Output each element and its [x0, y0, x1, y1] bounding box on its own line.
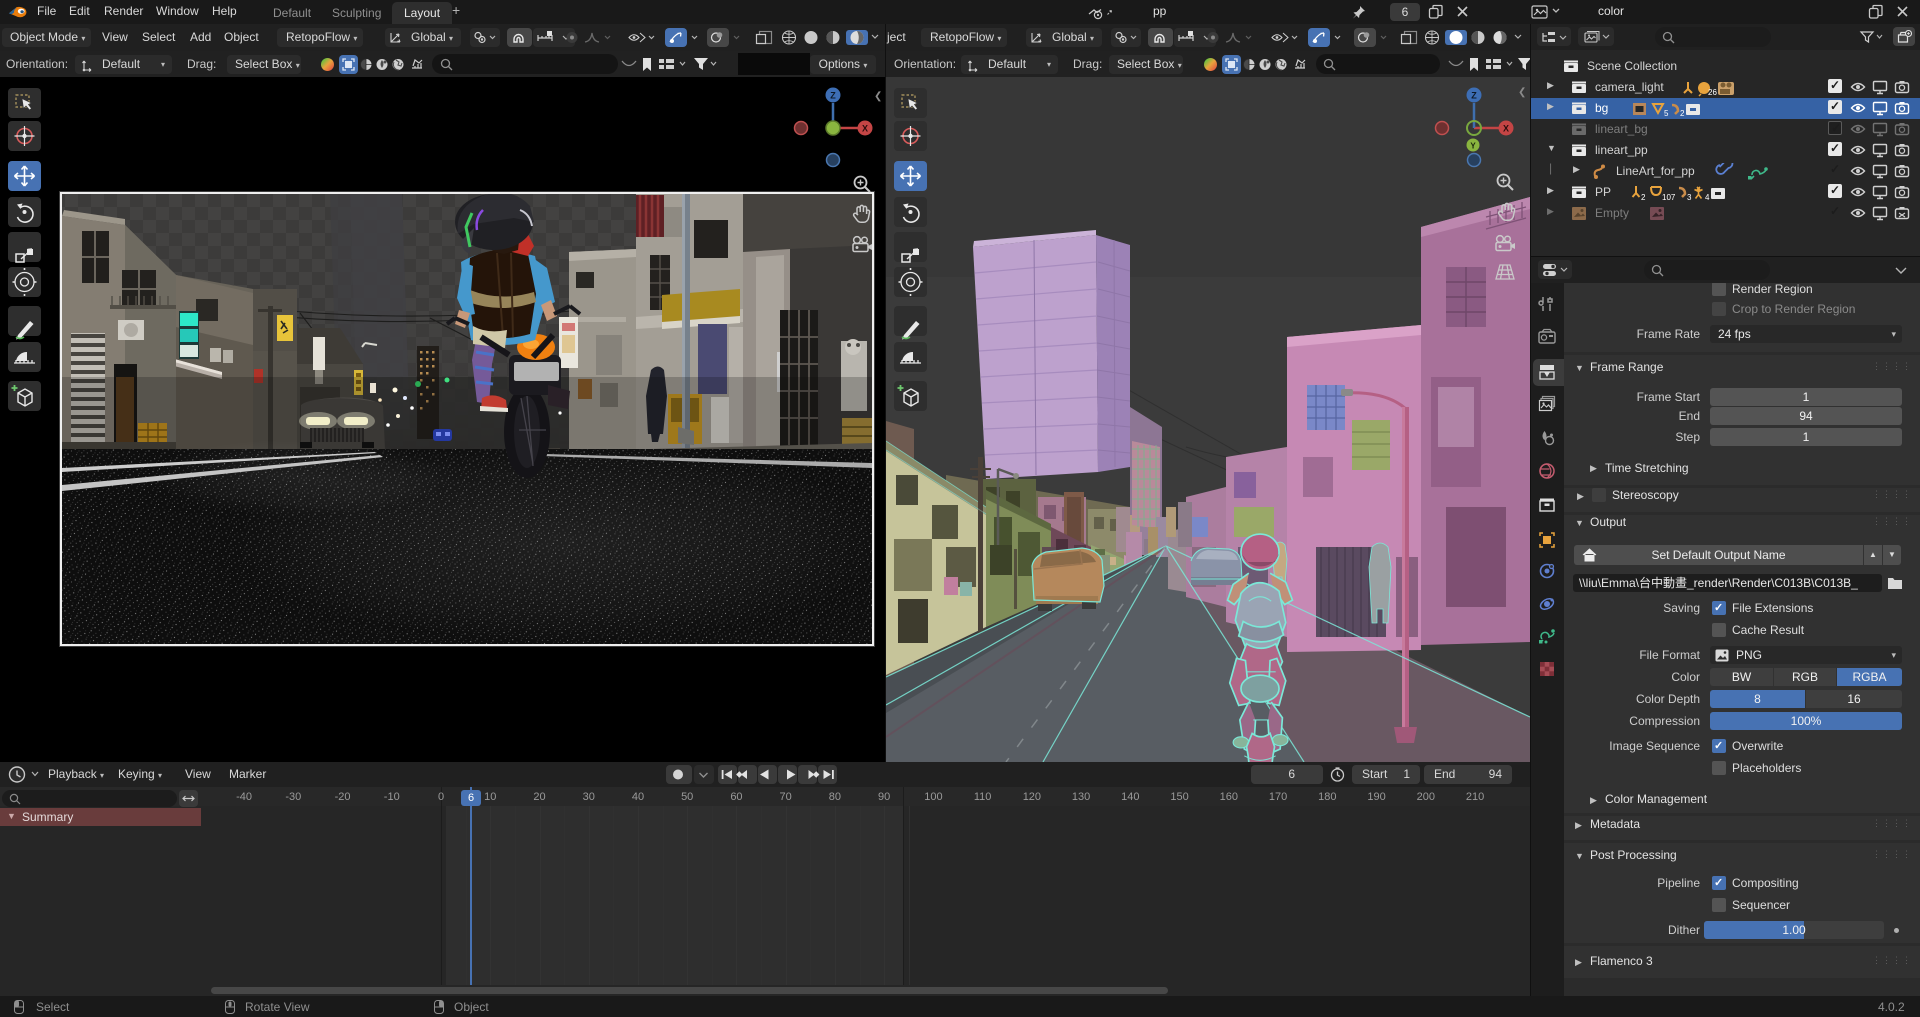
- svg-text:Z: Z: [830, 91, 836, 101]
- svg-text:Z: Z: [1471, 91, 1477, 101]
- svg-text:3: 3: [1687, 193, 1692, 202]
- svg-text:5: 5: [1664, 109, 1669, 118]
- svg-text:26: 26: [1708, 88, 1717, 97]
- svg-text:107: 107: [1662, 193, 1676, 202]
- svg-text:4: 4: [1705, 193, 1710, 202]
- svg-text:X: X: [862, 124, 868, 134]
- svg-text:2: 2: [1641, 193, 1646, 202]
- svg-text:Y: Y: [1470, 142, 1476, 151]
- svg-text:X: X: [1503, 124, 1509, 134]
- svg-text:2: 2: [1680, 109, 1685, 118]
